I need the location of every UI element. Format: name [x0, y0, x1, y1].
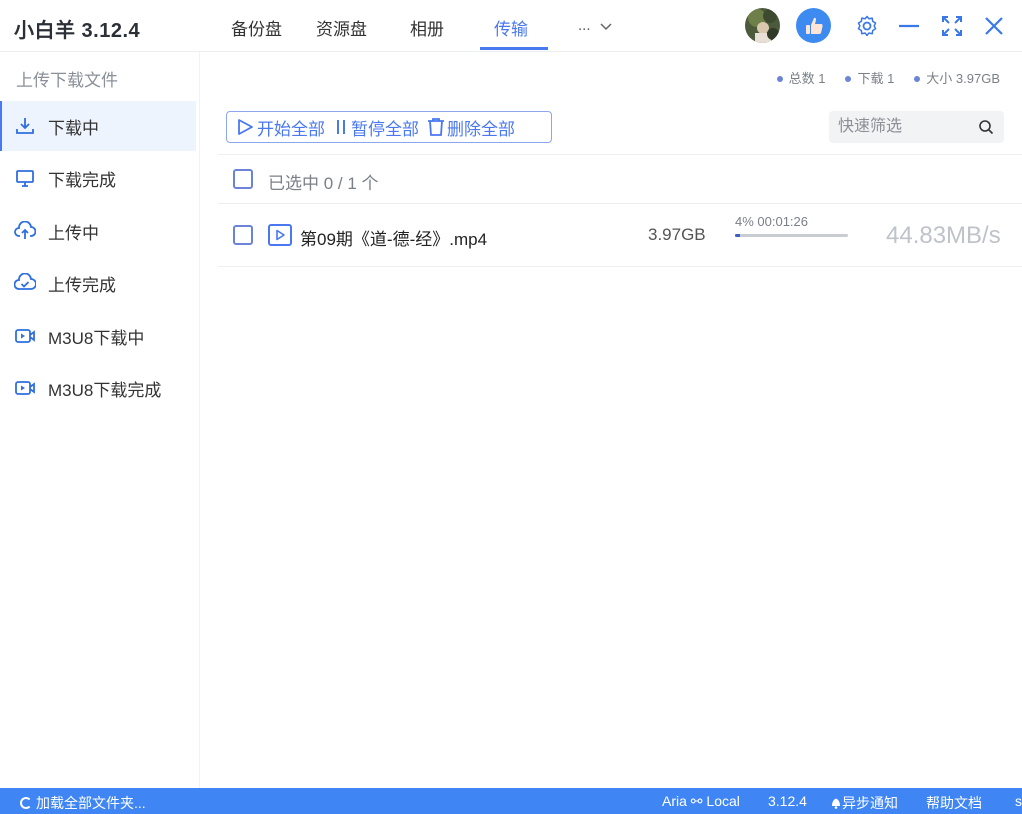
filter-input[interactable]	[829, 111, 969, 143]
close-icon[interactable]	[982, 14, 1006, 38]
stat-size: 大小 3.97GB	[914, 68, 1000, 87]
video-icon	[14, 377, 36, 399]
divider	[218, 203, 1022, 204]
sidebar-heading: 上传下载文件	[16, 71, 118, 90]
sidebar: 上传下载文件 下载中 下载完成 上传中 上传完成 M3U8下载中 M3U8下载完…	[0, 52, 200, 788]
start-all-button[interactable]: 开始全部	[235, 115, 325, 140]
statusbar-edge-item[interactable]: s	[1015, 793, 1022, 809]
pause-all-label: 暂停全部	[351, 119, 419, 139]
tab-album[interactable]: 相册	[410, 15, 444, 40]
row-checkbox[interactable]	[233, 225, 253, 245]
trash-icon	[428, 118, 444, 136]
notify-label: 异步通知	[842, 795, 898, 811]
delete-all-button[interactable]: 删除全部	[427, 115, 515, 140]
search-icon[interactable]	[978, 119, 994, 140]
sidebar-item-label: M3U8下载中	[48, 328, 145, 348]
progress-bar	[735, 234, 848, 237]
sidebar-item-label: 上传中	[48, 223, 99, 243]
thumbs-up-icon[interactable]	[796, 8, 831, 43]
fullscreen-icon[interactable]	[940, 14, 964, 38]
pause-icon	[337, 120, 345, 134]
start-all-label: 开始全部	[257, 119, 325, 139]
loading-status: 加载全部文件夹...	[20, 793, 146, 813]
chevron-down-icon	[600, 23, 612, 31]
more-label: ...	[578, 17, 591, 34]
divider	[218, 266, 1022, 267]
notify-button[interactable]: 异步通知	[830, 793, 898, 813]
stat-total: 总数 1	[777, 68, 826, 87]
spinner-icon	[20, 797, 32, 809]
loading-text: 加载全部文件夹...	[36, 795, 146, 811]
selection-count: 已选中 0 / 1 个	[268, 174, 379, 193]
batch-toolbar: 开始全部 暂停全部 删除全部	[226, 111, 552, 143]
avatar[interactable]	[745, 8, 780, 43]
sidebar-item-label: 下载中	[48, 118, 99, 138]
more-menu[interactable]: ...	[578, 17, 613, 34]
quick-filter	[829, 111, 1004, 143]
delete-all-label: 删除全部	[447, 119, 515, 139]
video-icon	[14, 325, 36, 347]
stat-download: 下载 1	[845, 68, 894, 87]
tab-resource-disk[interactable]: 资源盘	[316, 15, 367, 40]
help-docs-link[interactable]: 帮助文档	[926, 793, 982, 813]
cloud-check-icon	[14, 272, 36, 294]
tab-transfer[interactable]: 传输	[494, 15, 528, 40]
gear-icon[interactable]	[855, 14, 879, 38]
sidebar-item-uploading[interactable]: 上传中	[0, 206, 196, 256]
bell-icon	[832, 798, 840, 809]
cloud-upload-icon	[14, 220, 36, 242]
sidebar-item-upload-complete[interactable]: 上传完成	[0, 258, 196, 308]
download-icon	[14, 115, 36, 137]
play-icon	[238, 119, 253, 135]
version-label: 3.12.4	[768, 793, 807, 809]
title-bar: 小白羊 3.12.4 备份盘 资源盘 相册 传输 ...	[0, 0, 1022, 52]
pause-all-button[interactable]: 暂停全部	[333, 115, 419, 140]
video-file-icon	[268, 224, 292, 246]
active-tab-indicator	[480, 47, 548, 50]
minimize-icon[interactable]	[897, 14, 921, 38]
sidebar-item-m3u8-download-complete[interactable]: M3U8下载完成	[0, 363, 196, 413]
progress-fill	[735, 234, 740, 237]
sidebar-item-label: 上传完成	[48, 275, 116, 295]
download-speed: 44.83MB/s	[886, 222, 1001, 249]
progress-label: 4% 00:01:26	[735, 214, 809, 229]
sidebar-item-download-complete[interactable]: 下载完成	[0, 153, 196, 203]
monitor-icon	[14, 167, 36, 189]
tab-backup-disk[interactable]: 备份盘	[231, 15, 282, 40]
sidebar-item-downloading[interactable]: 下载中	[0, 101, 196, 151]
file-size: 3.97GB	[648, 225, 706, 244]
divider	[218, 154, 1022, 155]
transfer-stats: 总数 1 下载 1 大小 3.97GB	[777, 68, 1000, 87]
file-name: 第09期《道-德-经》.mp4	[300, 230, 488, 249]
app-title: 小白羊 3.12.4	[14, 20, 141, 42]
status-bar: 加载全部文件夹... Aria ⚯ Local 3.12.4 异步通知 帮助文档…	[0, 788, 1022, 814]
select-all-checkbox[interactable]	[233, 169, 253, 189]
sidebar-item-label: 下载完成	[48, 170, 116, 190]
engine-status[interactable]: Aria ⚯ Local	[662, 793, 740, 810]
sidebar-item-label: M3U8下载完成	[48, 380, 162, 400]
sidebar-item-m3u8-downloading[interactable]: M3U8下载中	[0, 311, 196, 361]
